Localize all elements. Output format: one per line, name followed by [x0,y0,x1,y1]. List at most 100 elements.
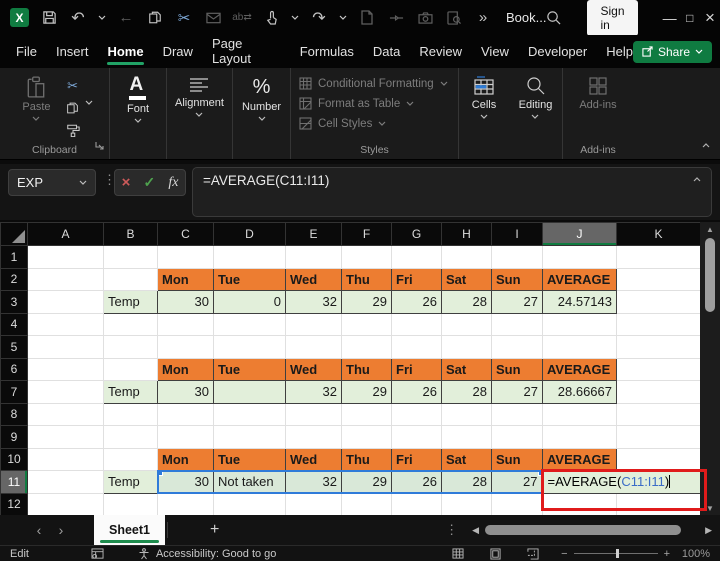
cell-K2[interactable] [616,267,701,291]
cell-G6[interactable]: Fri [391,357,442,381]
cell-C5[interactable] [157,335,214,359]
zoom-out-icon[interactable]: − [561,548,567,560]
column-header-B[interactable]: B [103,222,158,246]
cancel-formula-icon[interactable]: × [122,174,131,191]
tab-data[interactable]: Data [373,36,400,68]
row-header-1[interactable]: 1 [0,245,28,269]
tab-formulas[interactable]: Formulas [300,36,354,68]
cell-G5[interactable] [391,335,442,359]
cell-F7[interactable]: 29 [341,380,392,404]
cell-H5[interactable] [441,335,492,359]
cell-A1[interactable] [27,245,104,269]
cell-H12[interactable] [441,492,492,516]
cell-J9[interactable] [542,425,617,449]
cell-F5[interactable] [341,335,392,359]
touch-mode-icon[interactable] [262,9,280,27]
cell-H7[interactable]: 28 [441,380,492,404]
tab-draw[interactable]: Draw [163,36,193,68]
column-header-H[interactable]: H [441,222,492,246]
cell-A7[interactable] [27,380,104,404]
cell-B7[interactable]: Temp [103,380,158,404]
cell-E11[interactable]: 32 [285,469,342,494]
cell-I3[interactable]: 27 [491,290,543,314]
cell-E2[interactable]: Wed [285,267,342,291]
cell-A2[interactable] [27,267,104,291]
add-sheet-button[interactable]: + [210,521,219,539]
cell-K1[interactable] [616,245,701,269]
cell-H1[interactable] [441,245,492,269]
prev-sheet-icon[interactable]: ‹ [28,522,50,538]
sign-in-button[interactable]: Sign in [587,0,638,36]
editing-button[interactable]: Editing [513,74,559,121]
cell-D7[interactable] [213,380,286,404]
cell-D9[interactable] [213,425,286,449]
scroll-right-icon[interactable]: ▶ [705,525,712,536]
column-header-D[interactable]: D [213,222,286,246]
cell-A11[interactable] [27,470,104,494]
collapse-formula-bar-icon[interactable] [693,177,701,182]
tab-developer[interactable]: Developer [528,36,587,68]
cell-E6[interactable]: Wed [285,357,342,381]
cell-I8[interactable] [491,402,543,426]
cell-C12[interactable] [157,492,214,516]
cell-C1[interactable] [157,245,214,269]
cell-A8[interactable] [27,402,104,426]
format-painter-button[interactable] [65,122,81,138]
cell-I4[interactable] [491,312,543,336]
undo-chevron-icon[interactable] [98,15,106,20]
cell-F10[interactable]: Thu [341,447,392,471]
cell-F11[interactable]: 29 [341,469,392,494]
cell-K4[interactable] [616,312,701,336]
toolbar-overflow[interactable]: » [474,9,492,27]
cell-I12[interactable] [491,492,543,516]
scroll-up-icon[interactable]: ▲ [700,222,720,236]
cell-E4[interactable] [285,312,342,336]
row-header-7[interactable]: 7 [0,380,28,404]
tab-review[interactable]: Review [419,36,462,68]
cell-B6[interactable] [103,357,158,381]
scroll-left-icon[interactable]: ◀ [472,525,479,536]
alignment-button[interactable]: Alignment [169,74,230,119]
cell-F4[interactable] [341,312,392,336]
cell-B9[interactable] [103,425,158,449]
cell-J8[interactable] [542,402,617,426]
cell-C4[interactable] [157,312,214,336]
cell-B5[interactable] [103,335,158,359]
redo-chevron-icon[interactable] [339,15,347,20]
cell-B3[interactable]: Temp [103,290,158,314]
cell-J11[interactable]: =AVERAGE(C11:I11) [542,470,701,494]
zoom-slider-thumb[interactable] [615,549,619,558]
touch-mode-chevron-icon[interactable] [291,15,299,20]
cell-A12[interactable] [27,492,104,516]
cell-G3[interactable]: 26 [391,290,442,314]
cell-styles-button[interactable]: Cell Styles [299,117,448,130]
horizontal-scroll-track[interactable] [483,524,701,536]
cell-J10[interactable]: AVERAGE [542,447,617,471]
redo-icon[interactable]: ↷ [310,9,328,27]
column-header-F[interactable]: F [341,222,392,246]
cell-I7[interactable]: 27 [491,380,543,404]
cell-D10[interactable]: Tue [213,447,286,471]
cell-D5[interactable] [213,335,286,359]
cell-K5[interactable] [616,335,701,359]
cell-F12[interactable] [341,492,392,516]
cell-J2[interactable]: AVERAGE [542,267,617,291]
cells-button[interactable]: Cells [466,74,502,121]
clipboard-more-chevron-icon[interactable] [85,100,93,105]
cell-C6[interactable]: Mon [157,357,214,381]
accessibility-status[interactable]: Accessibility: Good to go [138,548,276,560]
cell-A6[interactable] [27,357,104,381]
tab-home[interactable]: Home [107,36,144,68]
clipboard-dialog-launcher[interactable] [94,137,104,155]
tab-help[interactable]: Help [606,36,633,68]
row-header-12[interactable]: 12 [0,492,28,516]
cell-J12[interactable] [542,492,617,516]
cell-B10[interactable] [103,447,158,471]
cell-J1[interactable] [542,245,617,269]
cell-A3[interactable] [27,290,104,314]
row-header-5[interactable]: 5 [0,335,28,359]
cell-K12[interactable] [616,492,701,516]
minimize-button[interactable]: — [660,0,680,35]
cell-D1[interactable] [213,245,286,269]
enter-formula-icon[interactable]: ✓ [143,174,155,191]
